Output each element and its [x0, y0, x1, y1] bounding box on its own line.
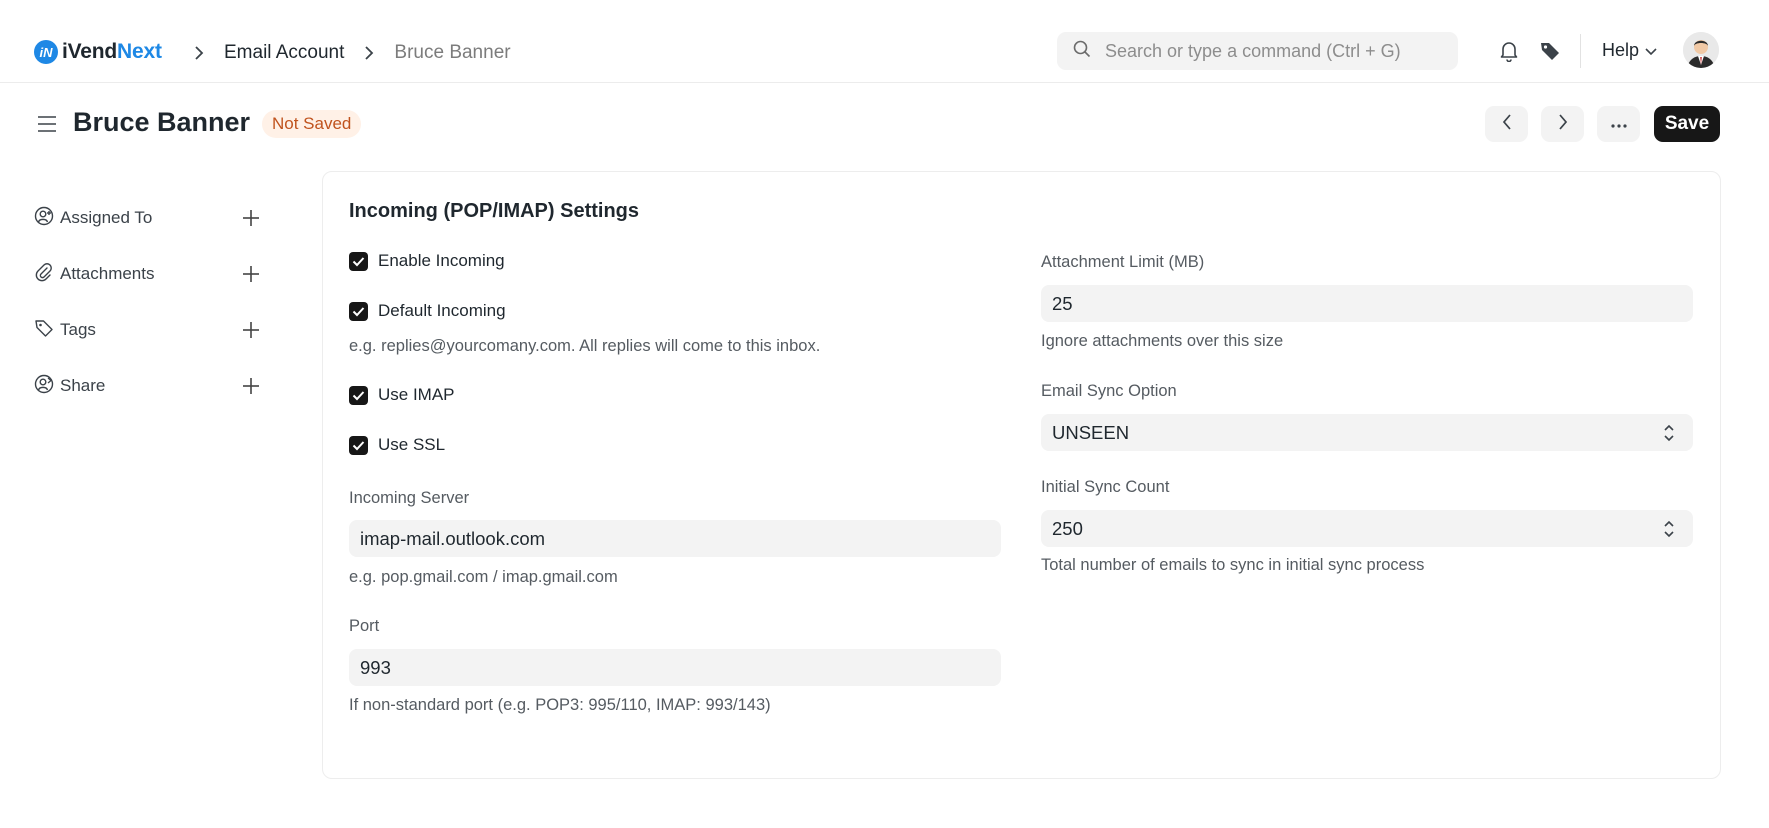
incoming-server-label: Incoming Server [349, 489, 470, 507]
logo-mark-icon: iN [34, 40, 58, 64]
attachment-limit-description: Ignore attachments over this size [1041, 332, 1284, 350]
attachment-limit-input[interactable]: 25 [1041, 285, 1693, 322]
help-dropdown[interactable]: Help [1602, 40, 1657, 61]
breadcrumb: Email Account Bruce Banner [186, 40, 523, 66]
attachment-limit-label: Attachment Limit (MB) [1041, 253, 1205, 271]
previous-record-button[interactable] [1485, 106, 1528, 142]
sidebar-item-label: Tags [60, 320, 96, 339]
search-icon [1073, 40, 1091, 63]
user-plus-icon [34, 206, 54, 231]
hamburger-menu-icon[interactable] [34, 111, 60, 137]
port-description: If non-standard port (e.g. POP3: 995/110… [349, 696, 771, 714]
next-record-button[interactable] [1541, 106, 1584, 142]
search-placeholder: Search or type a command (Ctrl + G) [1105, 40, 1401, 61]
sidebar-item-attachments[interactable]: Attachments [34, 246, 262, 302]
checkbox-checked-icon [349, 435, 368, 455]
incoming-settings-card: Incoming (POP/IMAP) Settings Enable Inco… [322, 171, 1721, 779]
add-share-icon[interactable] [240, 375, 262, 397]
logo-text-suffix: Next [117, 40, 162, 63]
chevron-down-icon [1645, 40, 1657, 61]
sidebar-item-tags[interactable]: Tags [34, 302, 262, 358]
use-imap-checkbox[interactable]: Use IMAP [349, 385, 455, 405]
paperclip-icon [34, 262, 54, 287]
logo-text-prefix: iVend [62, 40, 118, 63]
sidebar-item-share[interactable]: Share [34, 358, 262, 414]
initial-sync-count-value: 250 [1052, 517, 1083, 539]
initial-sync-count-description: Total number of emails to sync in initia… [1041, 556, 1425, 574]
tag-icon [34, 318, 54, 343]
use-imap-label: Use IMAP [378, 385, 455, 404]
port-label: Port [349, 617, 380, 635]
ellipsis-icon [1610, 115, 1627, 133]
search-input[interactable]: Search or type a command (Ctrl + G) [1057, 32, 1458, 70]
help-label: Help [1602, 40, 1640, 60]
sidebar-item-assigned-to[interactable]: Assigned To [34, 190, 262, 246]
share-user-icon [34, 374, 54, 399]
sidebar-item-label: Share [60, 376, 106, 395]
initial-sync-count-select[interactable]: 250 [1041, 510, 1693, 547]
default-incoming-checkbox[interactable]: Default Incoming [349, 301, 506, 321]
app-logo[interactable]: iN iVendNext [34, 40, 162, 64]
add-attachment-icon[interactable] [240, 263, 262, 285]
top-navbar: iN iVendNext Email Account Bruce Banner … [0, 0, 1769, 83]
save-button[interactable]: Save [1654, 106, 1720, 142]
checkbox-checked-icon [349, 251, 368, 271]
chevron-right-icon [356, 40, 382, 66]
enable-incoming-checkbox[interactable]: Enable Incoming [349, 251, 505, 271]
initial-sync-count-label: Initial Sync Count [1041, 478, 1170, 496]
select-arrows-icon [1663, 520, 1675, 538]
checkbox-checked-icon [349, 385, 368, 405]
default-incoming-description: e.g. replies@yourcomany.com. All replies… [349, 337, 821, 355]
breadcrumb-email-account[interactable]: Email Account [224, 42, 344, 64]
port-input[interactable]: 993 [349, 649, 1001, 686]
email-sync-option-select[interactable]: UNSEEN [1041, 414, 1693, 451]
incoming-server-input[interactable]: imap-mail.outlook.com [349, 520, 1001, 557]
avatar[interactable] [1683, 32, 1719, 68]
email-sync-option-label: Email Sync Option [1041, 382, 1177, 400]
add-tag-icon[interactable] [240, 319, 262, 341]
sidebar-item-label: Attachments [60, 264, 155, 283]
email-sync-option-value: UNSEEN [1052, 421, 1130, 443]
select-arrows-icon [1663, 424, 1675, 442]
checkbox-checked-icon [349, 301, 368, 321]
breadcrumb-current[interactable]: Bruce Banner [394, 42, 510, 64]
more-actions-button[interactable] [1597, 106, 1640, 142]
form-sidebar: Assigned To Attachments Tags Share [34, 190, 262, 414]
chevron-right-icon [1558, 113, 1568, 135]
section-title: Incoming (POP/IMAP) Settings [349, 200, 640, 222]
bell-icon[interactable] [1496, 38, 1522, 64]
use-ssl-label: Use SSL [378, 435, 446, 454]
incoming-server-description: e.g. pop.gmail.com / imap.gmail.com [349, 568, 618, 586]
enable-incoming-label: Enable Incoming [378, 251, 505, 270]
page-title: Bruce Banner [73, 107, 251, 137]
tag-icon[interactable] [1537, 38, 1563, 64]
default-incoming-label: Default Incoming [378, 301, 506, 320]
use-ssl-checkbox[interactable]: Use SSL [349, 435, 445, 455]
sidebar-item-label: Assigned To [60, 208, 153, 227]
status-badge: Not Saved [262, 110, 362, 138]
navbar-divider [1580, 34, 1581, 68]
chevron-left-icon [1502, 113, 1512, 135]
chevron-right-icon [186, 40, 212, 66]
add-assignee-icon[interactable] [240, 207, 262, 229]
